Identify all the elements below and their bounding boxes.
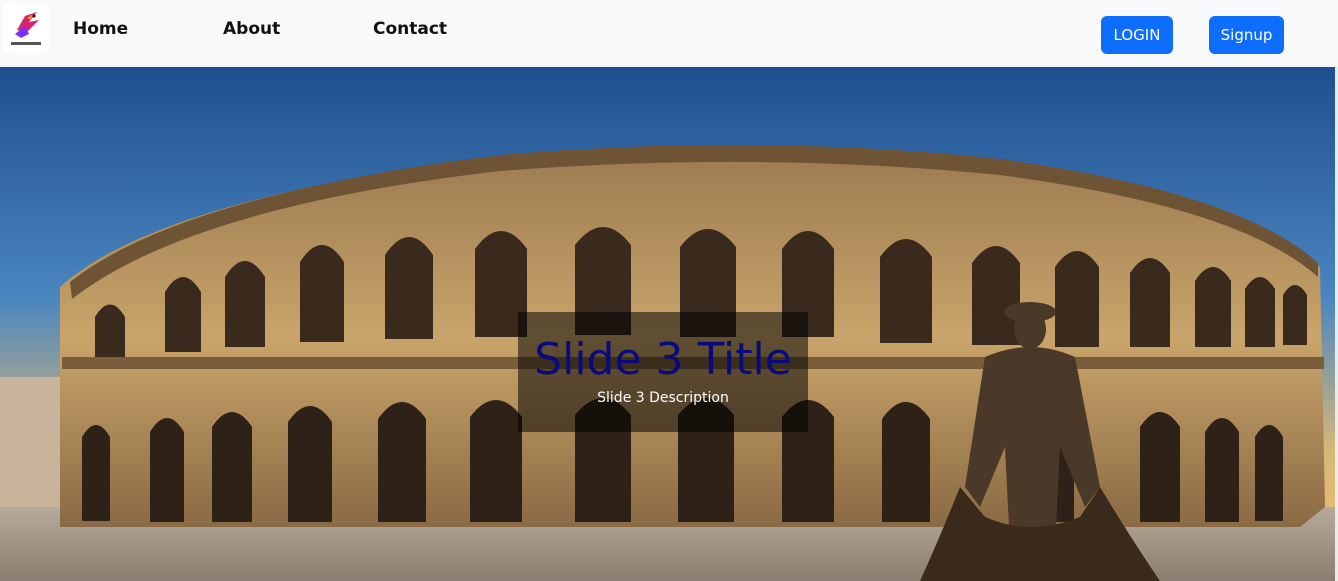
nav-link-contact[interactable]: Contact bbox=[373, 19, 447, 39]
signup-button[interactable]: Signup bbox=[1209, 16, 1284, 54]
nav-link-home[interactable]: Home bbox=[73, 19, 128, 39]
slide-title: Slide 3 Title bbox=[534, 334, 792, 385]
bird-logo-icon bbox=[11, 12, 41, 45]
nav-link-about[interactable]: About bbox=[223, 19, 280, 39]
slide-description: Slide 3 Description bbox=[597, 390, 729, 406]
login-button[interactable]: LOGIN bbox=[1101, 16, 1173, 54]
navbar: Home About Contact LOGIN Signup bbox=[0, 0, 1338, 67]
brand-logo[interactable] bbox=[3, 4, 49, 52]
